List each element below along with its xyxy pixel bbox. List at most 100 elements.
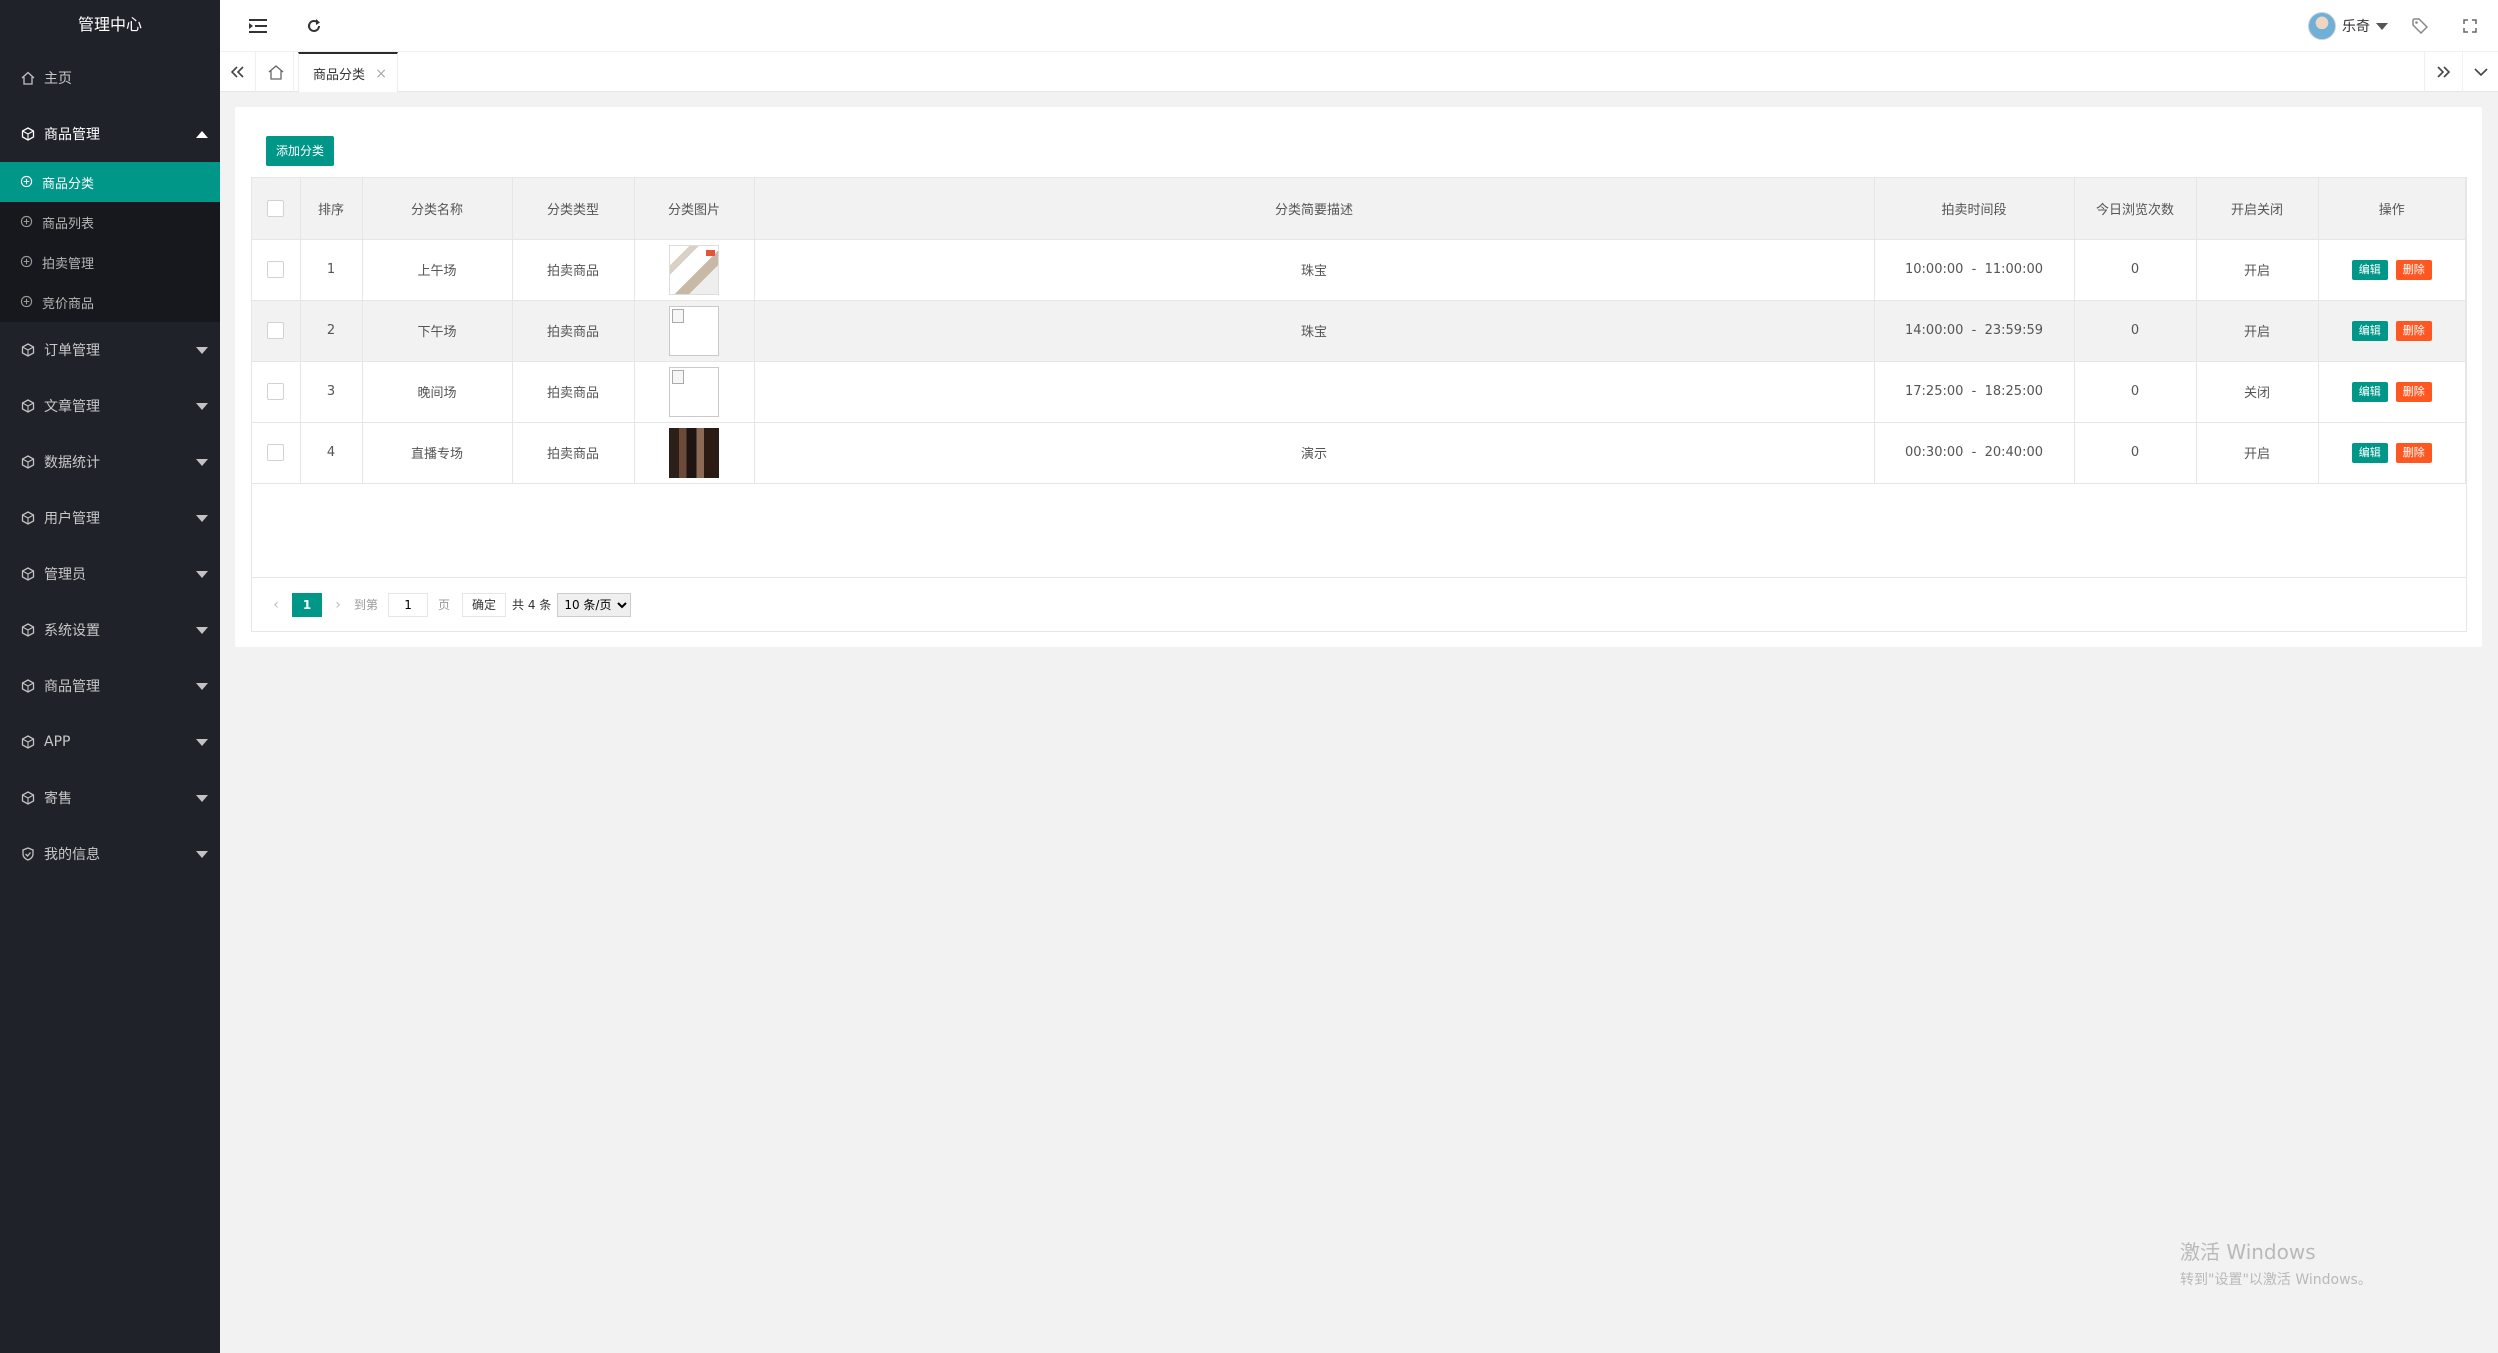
- sidebar-item[interactable]: 数据统计: [0, 434, 220, 490]
- edit-button[interactable]: 编辑: [2351, 320, 2388, 341]
- tab-scroll-left-button[interactable]: [220, 52, 256, 92]
- sidebar-item-label: 文章管理: [44, 399, 100, 415]
- delete-button[interactable]: 删除: [2395, 259, 2432, 280]
- cube-icon: [20, 454, 36, 470]
- select-all-checkbox[interactable]: [267, 199, 285, 217]
- col-header: 拍卖时间段: [1874, 178, 2075, 240]
- image-cell: [634, 239, 755, 301]
- sidebar-item-label: 我的信息: [44, 847, 100, 863]
- time-cell: 00:30:00 - 20:40:00: [1874, 422, 2075, 484]
- sidebar-item[interactable]: 系统设置: [0, 602, 220, 658]
- plus-circle-icon: [20, 295, 34, 309]
- sidebar-item[interactable]: APP: [0, 714, 220, 770]
- sidebar-subitem-label: 竞价商品: [42, 296, 95, 312]
- tab-label: 商品分类: [313, 67, 366, 83]
- page-size-select[interactable]: 10 条/页: [557, 592, 632, 617]
- delete-button[interactable]: 删除: [2395, 442, 2432, 463]
- refresh-icon: [308, 19, 320, 32]
- category-image[interactable]: [669, 244, 719, 295]
- edit-button[interactable]: 编辑: [2351, 381, 2388, 402]
- sidebar-item[interactable]: 管理员: [0, 546, 220, 602]
- table-row: 3 晚间场 拍卖商品 17:25:00 - 18:25:00 0 关闭 编辑 删除: [252, 361, 2466, 423]
- goto-page-input[interactable]: [388, 592, 429, 617]
- sidebar-subitem[interactable]: 拍卖管理: [0, 242, 220, 282]
- status-cell: 开启: [2196, 239, 2319, 301]
- time-cell: 17:25:00 - 18:25:00: [1874, 361, 2075, 423]
- sidebar-item[interactable]: 用户管理: [0, 490, 220, 546]
- user-name: 乐奇: [2342, 19, 2370, 35]
- sort-cell: 2: [300, 300, 363, 362]
- desc-cell: [754, 361, 1875, 423]
- desc-cell: 演示: [754, 422, 1875, 484]
- edit-button[interactable]: 编辑: [2351, 442, 2388, 463]
- sidebar-item[interactable]: 商品管理: [0, 658, 220, 714]
- row-checkbox[interactable]: [267, 322, 285, 339]
- tab-bar: 商品分类 ×: [220, 52, 2498, 92]
- page-unit-label: 页: [438, 598, 451, 612]
- sidebar-item[interactable]: 主页: [0, 50, 220, 106]
- sidebar-item[interactable]: 订单管理: [0, 322, 220, 378]
- sidebar-subitem[interactable]: 竞价商品: [0, 282, 220, 322]
- row-checkbox[interactable]: [267, 444, 285, 461]
- close-icon[interactable]: ×: [375, 66, 387, 82]
- sidebar-item-label: 管理员: [44, 567, 86, 583]
- category-image[interactable]: [669, 427, 719, 478]
- col-header: 分类图片: [634, 178, 755, 240]
- add-category-button[interactable]: 添加分类: [266, 136, 335, 166]
- next-page-icon[interactable]: ›: [328, 597, 348, 613]
- caret-down-icon: [196, 403, 208, 410]
- caret-down-icon: [196, 347, 208, 354]
- sidebar-item-label: 商品管理: [44, 679, 100, 695]
- col-header: 分类简要描述: [754, 178, 1875, 240]
- col-header: 开启关闭: [2196, 178, 2319, 240]
- type-cell: 拍卖商品: [512, 300, 635, 362]
- image-cell: [634, 300, 755, 362]
- fullscreen-icon: [2463, 19, 2477, 33]
- cube-icon: [20, 790, 36, 806]
- sidebar-item[interactable]: 我的信息: [0, 826, 220, 882]
- page-current[interactable]: 1: [292, 592, 322, 617]
- sort-cell: 1: [300, 239, 363, 301]
- tag-button[interactable]: [2410, 16, 2430, 36]
- prev-page-icon[interactable]: ‹: [266, 597, 286, 613]
- select-cell: [252, 422, 301, 484]
- select-cell: [252, 361, 301, 423]
- name-cell: 晚间场: [362, 361, 513, 423]
- category-image[interactable]: [669, 366, 719, 417]
- total-count: 共 4 条: [512, 598, 552, 612]
- main-card: 添加分类 排序 分类名称 分类类型 分类图片 分类简要描述 拍卖时间段 今日浏览…: [235, 107, 2482, 647]
- user-menu[interactable]: 乐奇: [2308, 12, 2388, 40]
- sidebar-item[interactable]: 商品管理: [0, 106, 220, 162]
- image-cell: [634, 361, 755, 423]
- category-table: 排序 分类名称 分类类型 分类图片 分类简要描述 拍卖时间段 今日浏览次数 开启…: [251, 177, 2467, 632]
- edit-button[interactable]: 编辑: [2351, 259, 2388, 280]
- sidebar-subitem[interactable]: 商品列表: [0, 202, 220, 242]
- sidebar-subitem[interactable]: 商品分类: [0, 162, 220, 202]
- type-cell: 拍卖商品: [512, 239, 635, 301]
- delete-button[interactable]: 删除: [2395, 381, 2432, 402]
- category-image[interactable]: [669, 305, 719, 356]
- tab-scroll-right-button[interactable]: [2424, 52, 2460, 92]
- home-tab-button[interactable]: [258, 52, 294, 92]
- delete-button[interactable]: 删除: [2395, 320, 2432, 341]
- cube-icon: [20, 398, 36, 414]
- sidebar-item[interactable]: 文章管理: [0, 378, 220, 434]
- menu-toggle-button[interactable]: [248, 16, 268, 36]
- actions-cell: 编辑 删除: [2318, 361, 2466, 423]
- refresh-button[interactable]: [304, 16, 324, 36]
- tab-menu-button[interactable]: [2462, 52, 2498, 92]
- time-cell: 10:00:00 - 11:00:00: [1874, 239, 2075, 301]
- sidebar-subitem-label: 商品列表: [42, 216, 95, 232]
- sidebar-item[interactable]: 寄售: [0, 770, 220, 826]
- fullscreen-button[interactable]: [2460, 16, 2480, 36]
- avatar: [2308, 12, 2336, 40]
- caret-down-icon: [196, 627, 208, 634]
- row-checkbox[interactable]: [267, 383, 285, 400]
- row-checkbox[interactable]: [267, 261, 285, 278]
- tab-product-category[interactable]: 商品分类 ×: [298, 52, 399, 92]
- sidebar-submenu: 商品分类商品列表拍卖管理竞价商品: [0, 162, 220, 322]
- views-cell: 0: [2074, 239, 2197, 301]
- actions-cell: 编辑 删除: [2318, 300, 2466, 362]
- goto-confirm-button[interactable]: 确定: [462, 592, 507, 617]
- table-row: 1 上午场 拍卖商品 珠宝 10:00:00 - 11:00:00 0 开启 编辑 删除: [252, 239, 2466, 301]
